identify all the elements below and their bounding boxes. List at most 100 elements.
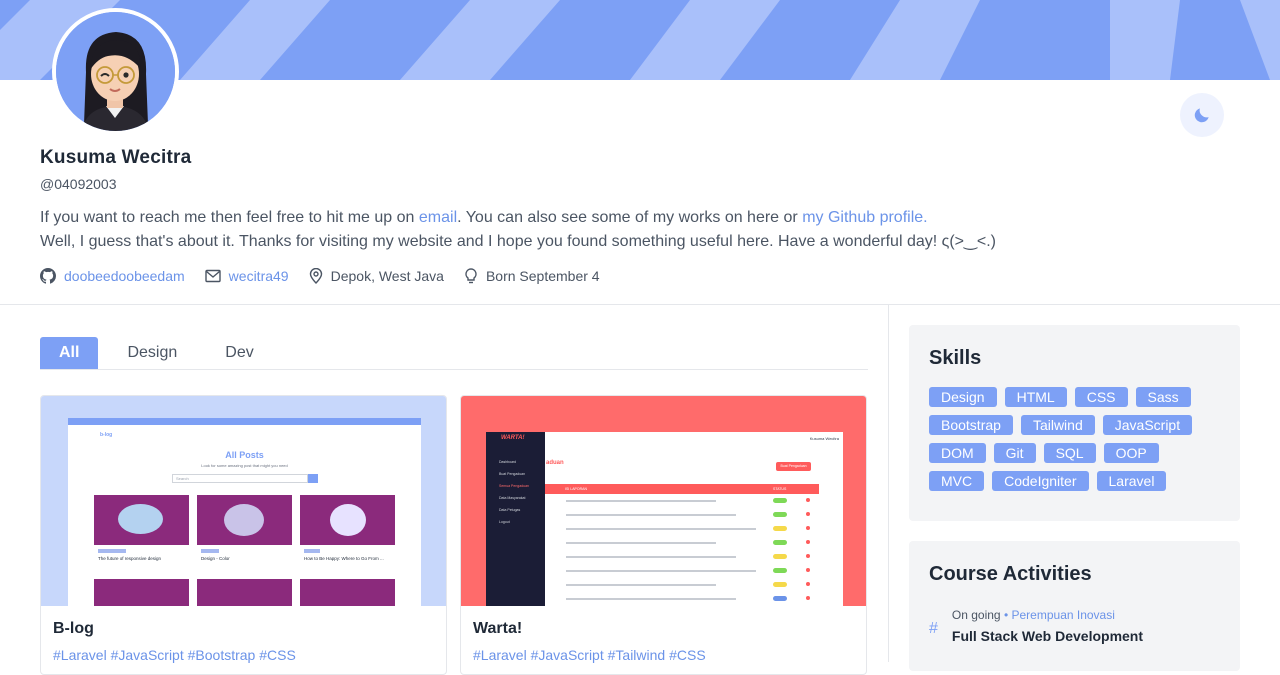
- section-divider: [0, 304, 1280, 305]
- course-item: # On going • Perempuan Inovasi Full Stac…: [929, 608, 1220, 644]
- project-filter-tabs: All Design Dev: [40, 337, 868, 370]
- mail-icon: [204, 269, 221, 283]
- courses-heading: Course Activities: [929, 563, 1092, 585]
- github-profile-link[interactable]: my Github profile.: [802, 209, 927, 226]
- mock-action-dot: [806, 596, 810, 600]
- mock-status-pill: [773, 582, 787, 587]
- course-activities-panel: Course Activities # On going • Perempuan…: [909, 541, 1240, 671]
- skill-badge[interactable]: SQL: [1043, 443, 1096, 463]
- skill-list: Design HTML CSS Sass Bootstrap Tailwind …: [929, 387, 1219, 499]
- mock-action-dot: [806, 512, 810, 516]
- mock-status-pill: [773, 526, 787, 531]
- lightbulb-icon: [465, 268, 477, 284]
- mock-post-title: The future of responsive design: [98, 556, 162, 561]
- profile-name: Kusuma Wecitra: [40, 147, 192, 168]
- mock-section: aduan: [546, 460, 564, 466]
- email-link[interactable]: email: [419, 209, 457, 226]
- mock-subheading: Look for some amazing post that might yo…: [201, 463, 288, 468]
- tab-design[interactable]: Design: [108, 337, 196, 369]
- course-status-text: On going: [951, 608, 1001, 622]
- profile-bio: If you want to reach me then feel free t…: [40, 206, 1240, 254]
- mock-brand: WARTA!: [501, 435, 525, 441]
- mock-status-pill: [773, 568, 787, 573]
- mock-heading: All Posts: [225, 450, 264, 460]
- project-title: B-log: [53, 620, 94, 637]
- skill-badge[interactable]: Design: [929, 387, 997, 407]
- course-org-link[interactable]: Perempuan Inovasi: [1012, 608, 1115, 622]
- skill-badge[interactable]: HTML: [1004, 387, 1067, 407]
- meta-email: wecitra49: [204, 268, 289, 284]
- mock-table-row: [566, 556, 736, 558]
- mock-button: Buat Pengaduan: [776, 462, 811, 471]
- mock-status-pill: [773, 596, 787, 601]
- mock-status-pill: [773, 554, 787, 559]
- mock-action-dot: [806, 526, 810, 530]
- email-handle-link[interactable]: wecitra49: [229, 268, 289, 284]
- bio-text: Well, I guess that's about it. Thanks fo…: [40, 233, 996, 250]
- skills-heading: Skills: [929, 347, 982, 369]
- mock-status-pill: [773, 498, 787, 503]
- mock-action-dot: [806, 582, 810, 586]
- mock-table-row: [566, 528, 756, 530]
- skill-badge[interactable]: Bootstrap: [929, 415, 1013, 435]
- mock-menu: Dashboard Buat Pengaduan Semua Pengaduan…: [499, 460, 529, 524]
- tab-dev[interactable]: Dev: [206, 337, 272, 369]
- meta-birthday: Born September 4: [464, 268, 600, 284]
- github-icon: [40, 268, 56, 284]
- mock-table-row: [566, 542, 716, 544]
- project-thumbnail: WARTA! Dashboard Buat Pengaduan Semua Pe…: [461, 396, 866, 606]
- project-tags: #Laravel #JavaScript #Tailwind #CSS: [473, 647, 706, 663]
- profile-section: Kusuma Wecitra @04092003 If you want to …: [40, 147, 1240, 284]
- profile-meta: doobeedoobeedam wecitra49 Depok, West Ja…: [40, 268, 1240, 284]
- moon-icon: [1194, 108, 1209, 123]
- mock-brand: b-log: [100, 432, 113, 438]
- column-divider: [888, 305, 889, 662]
- mock-status-pill: [773, 512, 787, 517]
- blog-screenshot: b-log All Posts Look for some amazing po…: [68, 418, 421, 606]
- mock-search: Search: [172, 474, 308, 483]
- skill-badge[interactable]: Laravel: [1096, 471, 1167, 491]
- course-status: On going • Perempuan Inovasi: [951, 608, 1115, 622]
- profile-handle: @04092003: [40, 176, 117, 192]
- mock-post-title: How to Be Happy: Where to Go From ...: [304, 556, 384, 561]
- meta-location: Depok, West Java: [309, 268, 444, 284]
- skill-badge[interactable]: DOM: [929, 443, 986, 463]
- skills-panel: Skills Design HTML CSS Sass Bootstrap Ta…: [909, 325, 1240, 521]
- mock-user: Kusuma Wecitra: [809, 436, 839, 441]
- hash-icon: #: [929, 620, 938, 637]
- skill-badge[interactable]: OOP: [1103, 443, 1159, 463]
- bio-text: If you want to reach me then feel free t…: [40, 209, 419, 226]
- mock-table-row: [566, 514, 736, 516]
- project-card-blog[interactable]: b-log All Posts Look for some amazing po…: [40, 395, 447, 675]
- mock-action-dot: [806, 554, 810, 558]
- skill-badge[interactable]: CSS: [1074, 387, 1128, 407]
- bio-text: . You can also see some of my works on h…: [457, 209, 803, 226]
- map-pin-icon: [309, 268, 322, 284]
- project-thumbnail: b-log All Posts Look for some amazing po…: [41, 396, 446, 606]
- project-tags: #Laravel #JavaScript #Bootstrap #CSS: [53, 647, 296, 663]
- mock-action-dot: [806, 568, 810, 572]
- tab-all[interactable]: All: [40, 337, 99, 369]
- mock-status-pill: [773, 540, 787, 545]
- theme-toggle-button[interactable]: [1180, 93, 1224, 137]
- skill-badge[interactable]: JavaScript: [1102, 415, 1193, 435]
- skill-badge[interactable]: Tailwind: [1020, 415, 1095, 435]
- birthday-text: Born September 4: [485, 268, 600, 284]
- skill-badge[interactable]: CodeIgniter: [992, 471, 1089, 491]
- mock-action-dot: [806, 498, 810, 502]
- skill-badge[interactable]: MVC: [929, 471, 985, 491]
- profile-banner: [0, 0, 1280, 80]
- location-text: Depok, West Java: [330, 268, 444, 284]
- github-link[interactable]: doobeedoobeedam: [64, 268, 185, 284]
- project-card-warta[interactable]: WARTA! Dashboard Buat Pengaduan Semua Pe…: [460, 395, 867, 675]
- mock-post-title: Design - Color: [201, 556, 230, 561]
- warta-screenshot: WARTA! Dashboard Buat Pengaduan Semua Pe…: [486, 432, 843, 606]
- mock-action-dot: [806, 540, 810, 544]
- course-name: Full Stack Web Development: [951, 628, 1144, 644]
- meta-github: doobeedoobeedam: [40, 268, 185, 284]
- mock-table-row: [566, 584, 716, 586]
- skill-badge[interactable]: Git: [993, 443, 1036, 463]
- mock-table-row: [566, 598, 736, 600]
- mock-table-row: [566, 500, 716, 502]
- skill-badge[interactable]: Sass: [1135, 387, 1191, 407]
